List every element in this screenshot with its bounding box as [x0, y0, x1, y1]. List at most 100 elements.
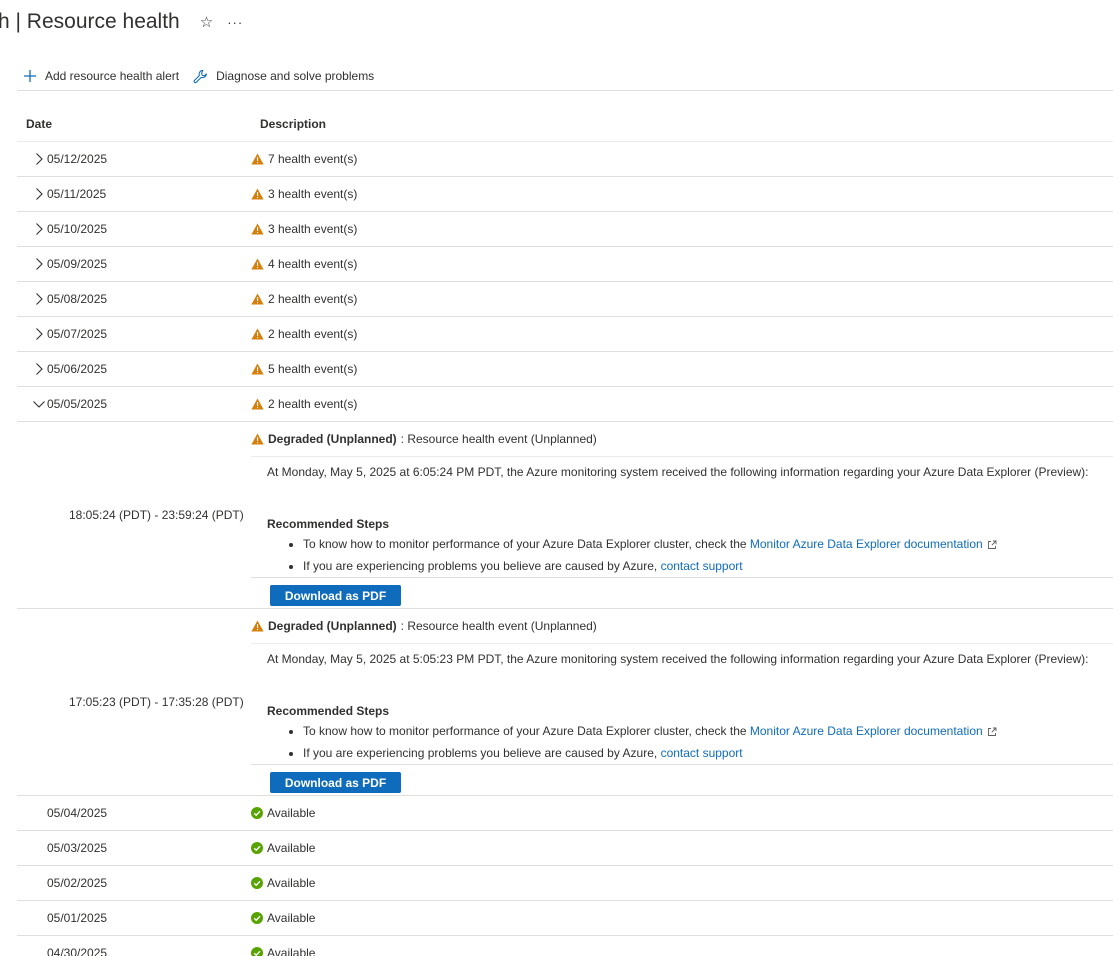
chevron-right-icon[interactable] — [17, 152, 47, 166]
row-description: 2 health event(s) — [268, 292, 358, 306]
list-item: If you are experiencing problems you bel… — [303, 746, 1113, 760]
table-row[interactable]: 05/07/2025 2 health event(s) — [17, 317, 1113, 352]
list-item: To know how to monitor performance of yo… — [303, 537, 1113, 551]
description-column-header[interactable]: Description — [260, 117, 326, 131]
event-title-suffix: : Resource health event (Unplanned) — [400, 619, 597, 633]
chevron-right-icon[interactable] — [17, 292, 47, 306]
download-pdf-button[interactable]: Download as PDF — [270, 585, 401, 606]
row-date: 05/08/2025 — [47, 292, 108, 306]
monitor-docs-link[interactable]: Monitor Azure Data Explorer documentatio… — [750, 537, 983, 551]
chevron-right-icon[interactable] — [17, 257, 47, 271]
event-time-range: 17:05:23 (PDT) - 17:35:28 (PDT) — [69, 695, 244, 709]
row-date: 05/07/2025 — [47, 327, 108, 341]
table-row[interactable]: 05/09/2025 4 health event(s) — [17, 247, 1113, 282]
row-description: Available — [267, 876, 316, 890]
row-description: 4 health event(s) — [268, 257, 358, 271]
table-row[interactable]: 05/10/2025 3 health event(s) — [17, 212, 1113, 247]
warning-icon — [251, 223, 264, 235]
table-row[interactable]: 05/04/2025 Available — [17, 796, 1113, 831]
external-link-icon — [987, 540, 997, 550]
add-resource-health-alert-button[interactable]: Add resource health alert — [23, 69, 179, 83]
diagnose-button[interactable]: Diagnose and solve problems — [193, 69, 374, 84]
warning-icon — [251, 363, 264, 375]
row-date: 04/30/2025 — [47, 946, 108, 956]
warning-icon — [251, 328, 264, 340]
row-date: 05/06/2025 — [47, 362, 108, 376]
event-title-suffix: : Resource health event (Unplanned) — [400, 432, 597, 446]
check-circle-icon — [251, 807, 263, 819]
contact-support-link[interactable]: contact support — [661, 559, 743, 573]
star-icon[interactable]: ☆ — [200, 13, 213, 31]
table-row[interactable]: 05/06/2025 5 health event(s) — [17, 352, 1113, 387]
table-row[interactable]: 05/02/2025 Available — [17, 866, 1113, 901]
chevron-right-icon[interactable] — [17, 187, 47, 201]
row-description: 2 health event(s) — [268, 397, 358, 411]
row-date: 05/01/2025 — [47, 911, 108, 925]
row-description: Available — [267, 806, 316, 820]
row-description: 2 health event(s) — [268, 327, 358, 341]
recommended-steps-heading: Recommended Steps — [267, 517, 390, 531]
warning-icon — [251, 188, 264, 200]
title-bar: h | Resource health ☆ ··· — [0, 6, 243, 38]
event-info: At Monday, May 5, 2025 at 6:05:24 PM PDT… — [267, 465, 1089, 479]
health-history-grid: Date Description 05/12/2025 7 health even… — [17, 107, 1113, 956]
event-info: At Monday, May 5, 2025 at 5:05:23 PM PDT… — [267, 652, 1089, 666]
row-date: 05/12/2025 — [47, 152, 108, 166]
table-row[interactable]: 05/03/2025 Available — [17, 831, 1113, 866]
check-circle-icon — [251, 842, 263, 854]
row-description: 3 health event(s) — [268, 222, 358, 236]
add-alert-label: Add resource health alert — [45, 69, 180, 83]
row-date: 05/05/2025 — [47, 397, 108, 411]
grid-header: Date Description — [17, 107, 1113, 142]
date-column-header[interactable]: Date — [17, 117, 260, 131]
check-circle-icon — [251, 877, 263, 889]
row-description: Available — [267, 946, 316, 956]
table-row[interactable]: 05/01/2025 Available — [17, 901, 1113, 936]
diagnose-label: Diagnose and solve problems — [216, 69, 375, 83]
table-row[interactable]: 05/11/2025 3 health event(s) — [17, 177, 1113, 212]
download-pdf-button[interactable]: Download as PDF — [270, 772, 401, 793]
chevron-right-icon[interactable] — [17, 362, 47, 376]
warning-icon — [251, 620, 264, 632]
event-status: Degraded (Unplanned) — [268, 619, 397, 633]
row-description: 3 health event(s) — [268, 187, 358, 201]
warning-icon — [251, 398, 264, 410]
monitor-docs-link[interactable]: Monitor Azure Data Explorer documentatio… — [750, 724, 983, 738]
event-time-range: 18:05:24 (PDT) - 23:59:24 (PDT) — [69, 508, 244, 522]
event-title: Degraded (Unplanned): Resource health ev… — [251, 609, 1113, 644]
more-icon[interactable]: ··· — [227, 15, 243, 30]
health-event-detail: 17:05:23 (PDT) - 17:35:28 (PDT) Degraded … — [17, 609, 1113, 796]
external-link-icon — [987, 727, 997, 737]
page-title: h | Resource health — [0, 10, 180, 33]
chevron-right-icon[interactable] — [17, 222, 47, 236]
table-row[interactable]: 05/12/2025 7 health event(s) — [17, 142, 1113, 177]
command-bar: Add resource health alert Diagnose and s… — [17, 62, 1113, 91]
row-date: 05/03/2025 — [47, 841, 108, 855]
resource-health-page: h | Resource health ☆ ··· Add resource h… — [0, 0, 1113, 956]
event-status: Degraded (Unplanned) — [268, 432, 397, 446]
recommended-steps-list: To know how to monitor performance of yo… — [267, 537, 1113, 573]
chevron-down-icon[interactable] — [17, 397, 47, 411]
chevron-right-icon[interactable] — [17, 327, 47, 341]
health-event-detail: 18:05:24 (PDT) - 23:59:24 (PDT) Degraded … — [17, 422, 1113, 609]
plus-icon — [24, 70, 36, 82]
row-date: 05/04/2025 — [47, 806, 108, 820]
list-item: To know how to monitor performance of yo… — [303, 724, 1113, 738]
contact-support-link[interactable]: contact support — [661, 746, 743, 760]
recommended-steps-list: To know how to monitor performance of yo… — [267, 724, 1113, 760]
row-date: 05/11/2025 — [47, 187, 107, 201]
wrench-icon — [193, 69, 207, 83]
table-row[interactable]: 04/30/2025 Available — [17, 936, 1113, 956]
recommended-steps-heading: Recommended Steps — [267, 704, 390, 718]
warning-icon — [251, 258, 264, 270]
check-circle-icon — [251, 912, 263, 924]
table-row-expanded[interactable]: 05/05/2025 2 health event(s) — [17, 387, 1113, 422]
row-description: Available — [267, 841, 316, 855]
warning-icon — [251, 153, 264, 165]
check-circle-icon — [251, 947, 263, 956]
table-row[interactable]: 05/08/2025 2 health event(s) — [17, 282, 1113, 317]
warning-icon — [251, 293, 264, 305]
row-date: 05/10/2025 — [47, 222, 108, 236]
row-description: 5 health event(s) — [268, 362, 358, 376]
row-description: 7 health event(s) — [268, 152, 358, 166]
